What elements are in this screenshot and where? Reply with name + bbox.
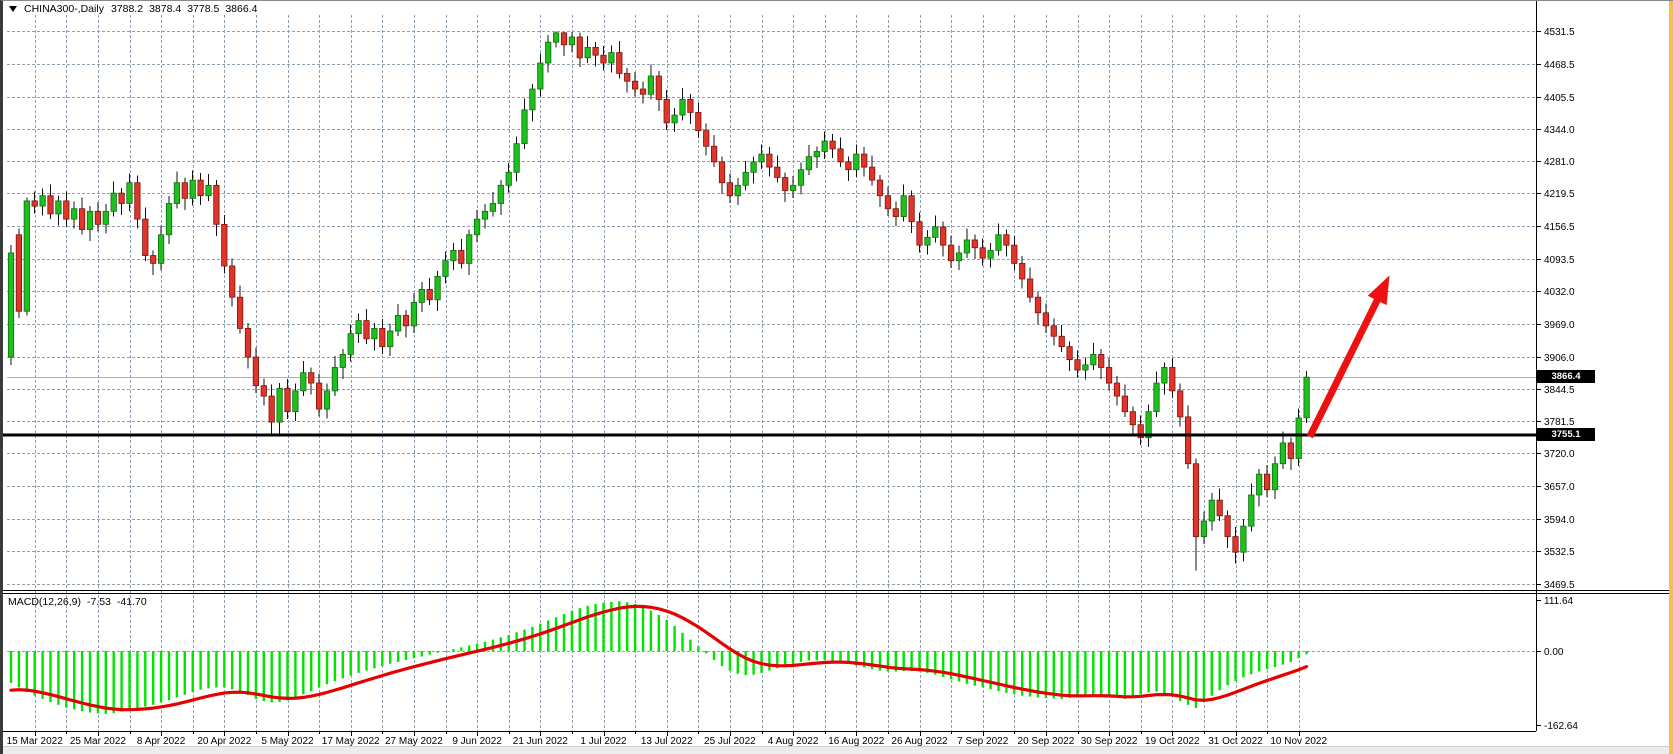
svg-text:3594.0: 3594.0 [1544,515,1575,526]
svg-text:4468.5: 4468.5 [1544,60,1575,71]
svg-text:-162.64: -162.64 [1544,721,1578,732]
macd-indicator-label: MACD(12,26,9) [8,596,81,608]
svg-text:4281.0: 4281.0 [1544,157,1575,168]
svg-text:111.64: 111.64 [1544,596,1574,607]
window-bottom-strip [3,746,1673,754]
svg-text:3657.0: 3657.0 [1544,482,1575,493]
svg-text:4032.0: 4032.0 [1544,287,1575,298]
svg-text:3720.0: 3720.0 [1544,449,1575,460]
bar-high-value: 3878.4 [149,3,181,15]
svg-text:3532.5: 3532.5 [1544,547,1575,558]
window-right-edge [1669,1,1673,754]
svg-text:4093.5: 4093.5 [1544,255,1575,266]
symbol-dropdown-icon[interactable] [9,6,17,12]
support-level-tag: 3755.1 [1537,428,1595,441]
svg-text:4531.5: 4531.5 [1544,27,1575,38]
svg-text:4344.0: 4344.0 [1544,125,1575,136]
bar-close-value: 3866.4 [225,3,257,15]
svg-text:0.00: 0.00 [1544,647,1564,658]
svg-text:4219.5: 4219.5 [1544,189,1575,200]
bar-open-value: 3788.2 [111,3,143,15]
macd-main-value: -7.53 [87,596,111,608]
chart-canvas: 4531.5 4468.5 4405.5 4344.0 4281.0 4219.5 4156… [3,1,1673,754]
macd-signal-value: -41.70 [117,596,147,608]
svg-text:4405.5: 4405.5 [1544,93,1575,104]
macd-legend: MACD(12,26,9) -7.53 -41.70 [8,596,147,608]
svg-text:3906.0: 3906.0 [1544,353,1575,364]
symbol-timeframe-label: CHINA300-,Daily [24,3,104,15]
bar-low-value: 3778.5 [187,3,219,15]
current-price-tag: 3866.4 [1537,370,1595,383]
chart-legend: CHINA300-,Daily 3788.2 3878.4 3778.5 386… [9,3,257,15]
svg-text:3844.5: 3844.5 [1544,385,1575,396]
svg-text:3969.0: 3969.0 [1544,320,1575,331]
svg-text:3469.5: 3469.5 [1544,580,1575,591]
svg-text:4156.5: 4156.5 [1544,222,1575,233]
svg-text:3781.5: 3781.5 [1544,417,1575,428]
chart-window: 4531.5 4468.5 4405.5 4344.0 4281.0 4219.5 4156… [0,0,1673,754]
